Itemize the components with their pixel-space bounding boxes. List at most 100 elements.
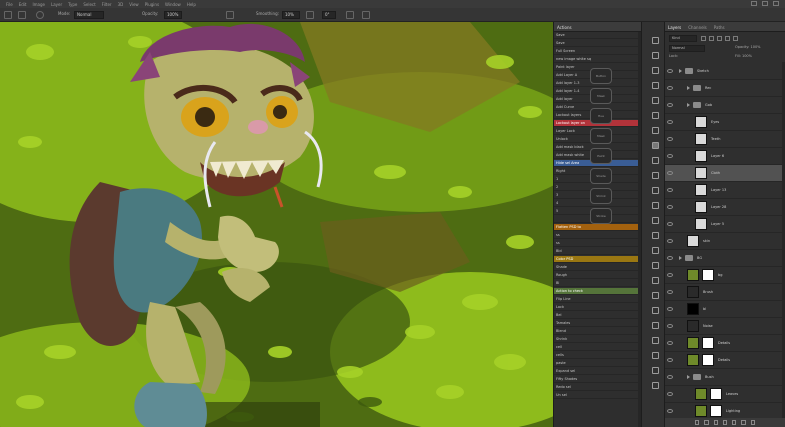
layer-thumbnail[interactable] (695, 405, 707, 417)
mask-icon[interactable] (713, 420, 718, 425)
menu-item-plugins[interactable]: Plugins (145, 2, 159, 7)
layer-row[interactable]: Cloth (665, 165, 782, 182)
layer-thumbnail[interactable] (695, 388, 707, 400)
brush-icon[interactable] (18, 11, 26, 19)
menu-item-edit[interactable]: Edit (19, 2, 27, 7)
action-set-button[interactable]: Hue (590, 108, 612, 124)
menu-item-help[interactable]: Help (187, 2, 196, 7)
marquee-tool-icon[interactable] (651, 51, 659, 59)
eye-icon[interactable] (667, 409, 673, 413)
chevron-icon[interactable] (679, 69, 682, 73)
eye-icon[interactable] (667, 137, 673, 141)
action-row[interactable]: new image white sq (554, 56, 642, 63)
layer-row[interactable]: Layer 13 (665, 182, 782, 199)
trash-icon[interactable] (750, 420, 755, 425)
pressure-opacity-icon[interactable] (226, 11, 234, 19)
eye-icon[interactable] (667, 120, 673, 124)
action-set-button[interactable]: Mask (590, 128, 612, 144)
type-tool-icon[interactable] (651, 261, 659, 269)
action-row[interactable]: cells (554, 352, 642, 359)
action-row[interactable]: Tamales (554, 320, 642, 327)
eraser-tool-icon[interactable] (651, 186, 659, 194)
layer-row[interactable]: Gob (665, 97, 782, 114)
menu-item-type[interactable]: Type (68, 2, 77, 7)
minimize-icon[interactable] (751, 1, 757, 6)
layer-row[interactable]: skin (665, 233, 782, 250)
adjustment-filter-icon[interactable] (709, 36, 714, 41)
hand-tool-icon[interactable] (651, 306, 659, 314)
opacity-field[interactable]: 100% (164, 11, 182, 19)
history-brush-icon[interactable] (651, 171, 659, 179)
action-row[interactable]: Action to check (554, 288, 642, 295)
pressure-size-icon[interactable] (346, 11, 354, 19)
action-row[interactable]: Flip Line (554, 296, 642, 303)
layer-thumbnail[interactable] (695, 167, 707, 179)
action-set-button[interactable]: Paint (590, 148, 612, 164)
smart-filter-icon[interactable] (733, 36, 738, 41)
action-set-button[interactable]: Shrink (590, 188, 612, 204)
action-row[interactable]: Shade (554, 264, 642, 271)
menu-item-filter[interactable]: Filter (102, 2, 112, 7)
eye-icon[interactable] (667, 205, 673, 209)
layer-thumbnail[interactable] (687, 354, 699, 366)
eye-icon[interactable] (667, 103, 673, 107)
type-filter-icon[interactable] (717, 36, 722, 41)
action-row[interactable]: Save (554, 40, 642, 47)
layer-row[interactable]: Bush (665, 369, 782, 386)
dodge-tool-icon[interactable] (651, 231, 659, 239)
action-row[interactable]: Lock (554, 304, 642, 311)
layer-mask-thumbnail[interactable] (710, 388, 722, 400)
action-row[interactable]: Bl (554, 280, 642, 287)
blur-tool-icon[interactable] (651, 216, 659, 224)
gear-icon[interactable] (306, 11, 314, 19)
lasso-tool-icon[interactable] (651, 66, 659, 74)
document-canvas[interactable] (0, 22, 553, 427)
eye-icon[interactable] (667, 154, 673, 158)
layer-thumbnail[interactable] (695, 116, 707, 128)
action-row[interactable]: ss (554, 232, 642, 239)
action-row[interactable]: cell (554, 344, 642, 351)
link-icon[interactable] (695, 420, 700, 425)
layer-row[interactable]: Details (665, 335, 782, 352)
layer-row[interactable]: Layer 28 (665, 199, 782, 216)
adjustment-icon[interactable] (722, 420, 728, 425)
home-icon[interactable] (4, 11, 12, 19)
layer-thumbnail[interactable] (687, 286, 699, 298)
layer-thumbnail[interactable] (687, 269, 699, 281)
layer-mask-thumbnail[interactable] (702, 354, 714, 366)
layer-thumbnail[interactable] (695, 184, 707, 196)
maximize-icon[interactable] (762, 1, 768, 6)
more-tools-icon[interactable] (651, 336, 659, 344)
action-row[interactable]: Bld (554, 248, 642, 255)
menu-item-image[interactable]: Image (32, 2, 45, 7)
layer-fill[interactable]: Fill: 100% (735, 54, 752, 58)
close-icon[interactable] (773, 1, 779, 6)
move-tool-icon[interactable] (651, 36, 659, 44)
action-row[interactable]: Rough (554, 272, 642, 279)
eye-icon[interactable] (667, 171, 673, 175)
tab-paths[interactable]: Paths (714, 25, 725, 30)
action-row[interactable]: Fifty Shades (554, 376, 642, 383)
layer-thumbnail[interactable] (695, 218, 707, 230)
pen-tool-icon[interactable] (651, 246, 659, 254)
action-row[interactable]: Expand sel (554, 368, 642, 375)
layer-row[interactable]: Brush (665, 284, 782, 301)
action-row[interactable]: Shrink (554, 336, 642, 343)
layer-row[interactable]: Layer 6 (665, 148, 782, 165)
eye-icon[interactable] (667, 324, 673, 328)
zoom-tool-icon[interactable] (651, 321, 659, 329)
foreground-color-icon[interactable] (651, 351, 659, 359)
blend-mode-select[interactable]: Normal (669, 45, 705, 52)
menu-item-view[interactable]: View (129, 2, 139, 7)
layer-thumbnail[interactable] (695, 201, 707, 213)
eye-icon[interactable] (667, 392, 673, 396)
layer-row[interactable]: BG (665, 250, 782, 267)
layer-row[interactable]: Eyes (665, 114, 782, 131)
symmetry-icon[interactable] (362, 11, 370, 19)
menu-item-window[interactable]: Window (165, 2, 181, 7)
tab-layers[interactable]: Layers (668, 25, 681, 30)
action-set-button[interactable]: Stroke (590, 208, 612, 224)
quick-mask-icon[interactable] (651, 366, 659, 374)
wand-tool-icon[interactable] (651, 81, 659, 89)
smoothing-field[interactable]: 10% (282, 11, 300, 19)
